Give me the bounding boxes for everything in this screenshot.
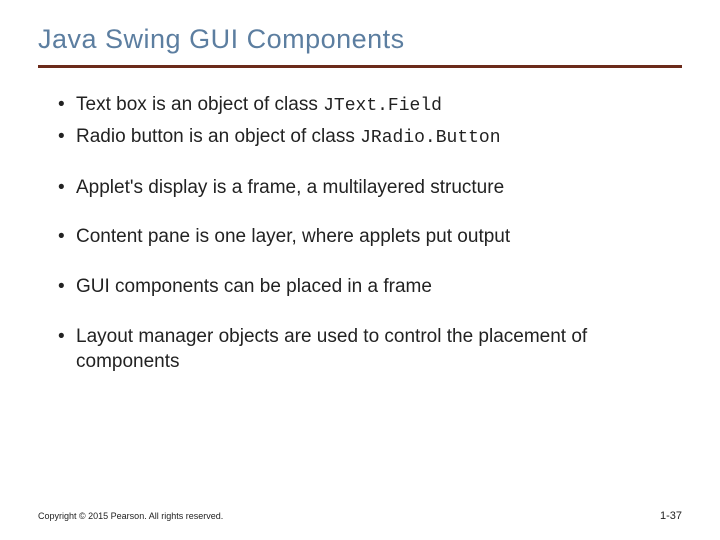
slide-title: Java Swing GUI Components xyxy=(38,24,682,55)
bullet-radiobutton: Radio button is an object of class JRadi… xyxy=(58,124,682,150)
bullet-gui-components: GUI components can be placed in a frame xyxy=(58,274,682,300)
footer: Copyright © 2015 Pearson. All rights res… xyxy=(38,510,682,522)
bullet-content-pane: Content pane is one layer, where applets… xyxy=(58,224,682,250)
title-divider xyxy=(38,65,682,68)
bullet-text: Text box is an object of class xyxy=(76,94,323,115)
bullet-applet-display: Applet's display is a frame, a multilaye… xyxy=(58,175,682,201)
bullet-list: Text box is an object of class JText.Fie… xyxy=(38,92,682,375)
page-number: 1-37 xyxy=(660,510,682,522)
copyright-text: Copyright © 2015 Pearson. All rights res… xyxy=(38,511,223,521)
bullet-textbox: Text box is an object of class JText.Fie… xyxy=(58,92,682,118)
code-jradiobutton: JRadio.Button xyxy=(360,128,500,148)
code-jtextfield: JText.Field xyxy=(323,96,442,116)
bullet-layout-manager: Layout manager objects are used to contr… xyxy=(58,324,682,375)
slide: Java Swing GUI Components Text box is an… xyxy=(0,0,720,540)
bullet-text: Radio button is an object of class xyxy=(76,126,360,147)
